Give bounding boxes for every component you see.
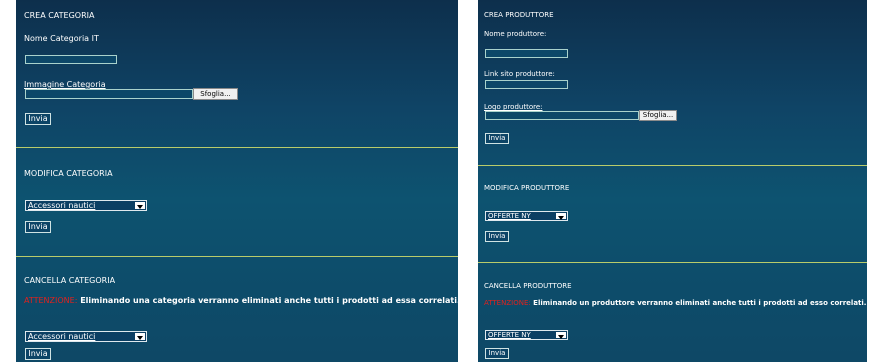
category-name-input[interactable] [25, 55, 117, 64]
chevron-down-icon[interactable] [556, 332, 566, 339]
delete-producer-select[interactable]: OFFERTE NY [485, 330, 568, 340]
delete-producer-select-value: OFFERTE NY [488, 331, 531, 339]
warning-prefix: ATTENZIONE: [484, 299, 531, 307]
delete-category-select-value: Accessori nautici [28, 332, 96, 341]
chevron-down-icon[interactable] [135, 202, 145, 209]
delete-producer-submit-button[interactable]: Invia [485, 348, 509, 359]
edit-category-title: MODIFICA CATEGORIA [24, 169, 113, 178]
delete-category-title: CANCELLA CATEGORIA [24, 276, 116, 285]
edit-category-select[interactable]: Accessori nautici [25, 200, 147, 211]
warning-text: Eliminando un produttore verranno elimin… [533, 299, 867, 307]
category-name-label: Nome Categoria IT [24, 34, 99, 43]
category-image-label: Immagine Categoria [24, 80, 106, 89]
create-producer-title: CREA PRODUTTORE [484, 11, 554, 19]
delete-producer-title: CANCELLA PRODUTTORE [484, 282, 572, 290]
delete-category-warning: ATTENZIONE: Eliminando una categoria ver… [24, 296, 458, 305]
producer-name-label: Nome produttore: [484, 30, 547, 38]
delete-category-submit-button[interactable]: Invia [25, 348, 51, 360]
delete-producer-warning: ATTENZIONE: Eliminando un produttore ver… [484, 299, 866, 307]
create-producer-submit-button[interactable]: Invia [485, 133, 509, 144]
section-divider [478, 165, 867, 166]
chevron-down-icon[interactable] [135, 333, 145, 340]
edit-producer-select-value: OFFERTE NY [488, 212, 531, 220]
warning-text: Eliminando una categoria verranno elimin… [80, 296, 458, 305]
create-category-submit-button[interactable]: Invia [25, 113, 51, 125]
edit-producer-submit-button[interactable]: Invia [485, 231, 509, 242]
section-divider [16, 256, 458, 257]
chevron-down-icon[interactable] [556, 213, 566, 220]
category-panel: CREA CATEGORIA Nome Categoria IT Immagin… [16, 0, 458, 362]
create-category-title: CREA CATEGORIA [24, 11, 95, 20]
producer-logo-browse-button[interactable]: Sfoglia... [639, 110, 677, 121]
producer-logo-path-input[interactable] [485, 111, 639, 120]
producer-name-input[interactable] [485, 49, 568, 58]
category-image-browse-button[interactable]: Sfoglia... [193, 88, 238, 100]
category-image-path-input[interactable] [25, 89, 193, 99]
delete-category-select[interactable]: Accessori nautici [25, 331, 147, 342]
producer-panel: CREA PRODUTTORE Nome produttore: Link si… [478, 0, 867, 362]
edit-producer-select[interactable]: OFFERTE NY [485, 211, 568, 221]
producer-link-label: Link sito produttore: [484, 70, 555, 78]
edit-producer-title: MODIFICA PRODUTTORE [484, 184, 570, 192]
edit-category-select-value: Accessori nautici [28, 201, 96, 210]
section-divider [478, 262, 867, 263]
section-divider [16, 147, 458, 148]
producer-logo-label: Logo produttore: [484, 103, 543, 111]
warning-prefix: ATTENZIONE: [24, 296, 78, 305]
edit-category-submit-button[interactable]: Invia [25, 221, 51, 233]
producer-link-input[interactable] [485, 80, 568, 89]
